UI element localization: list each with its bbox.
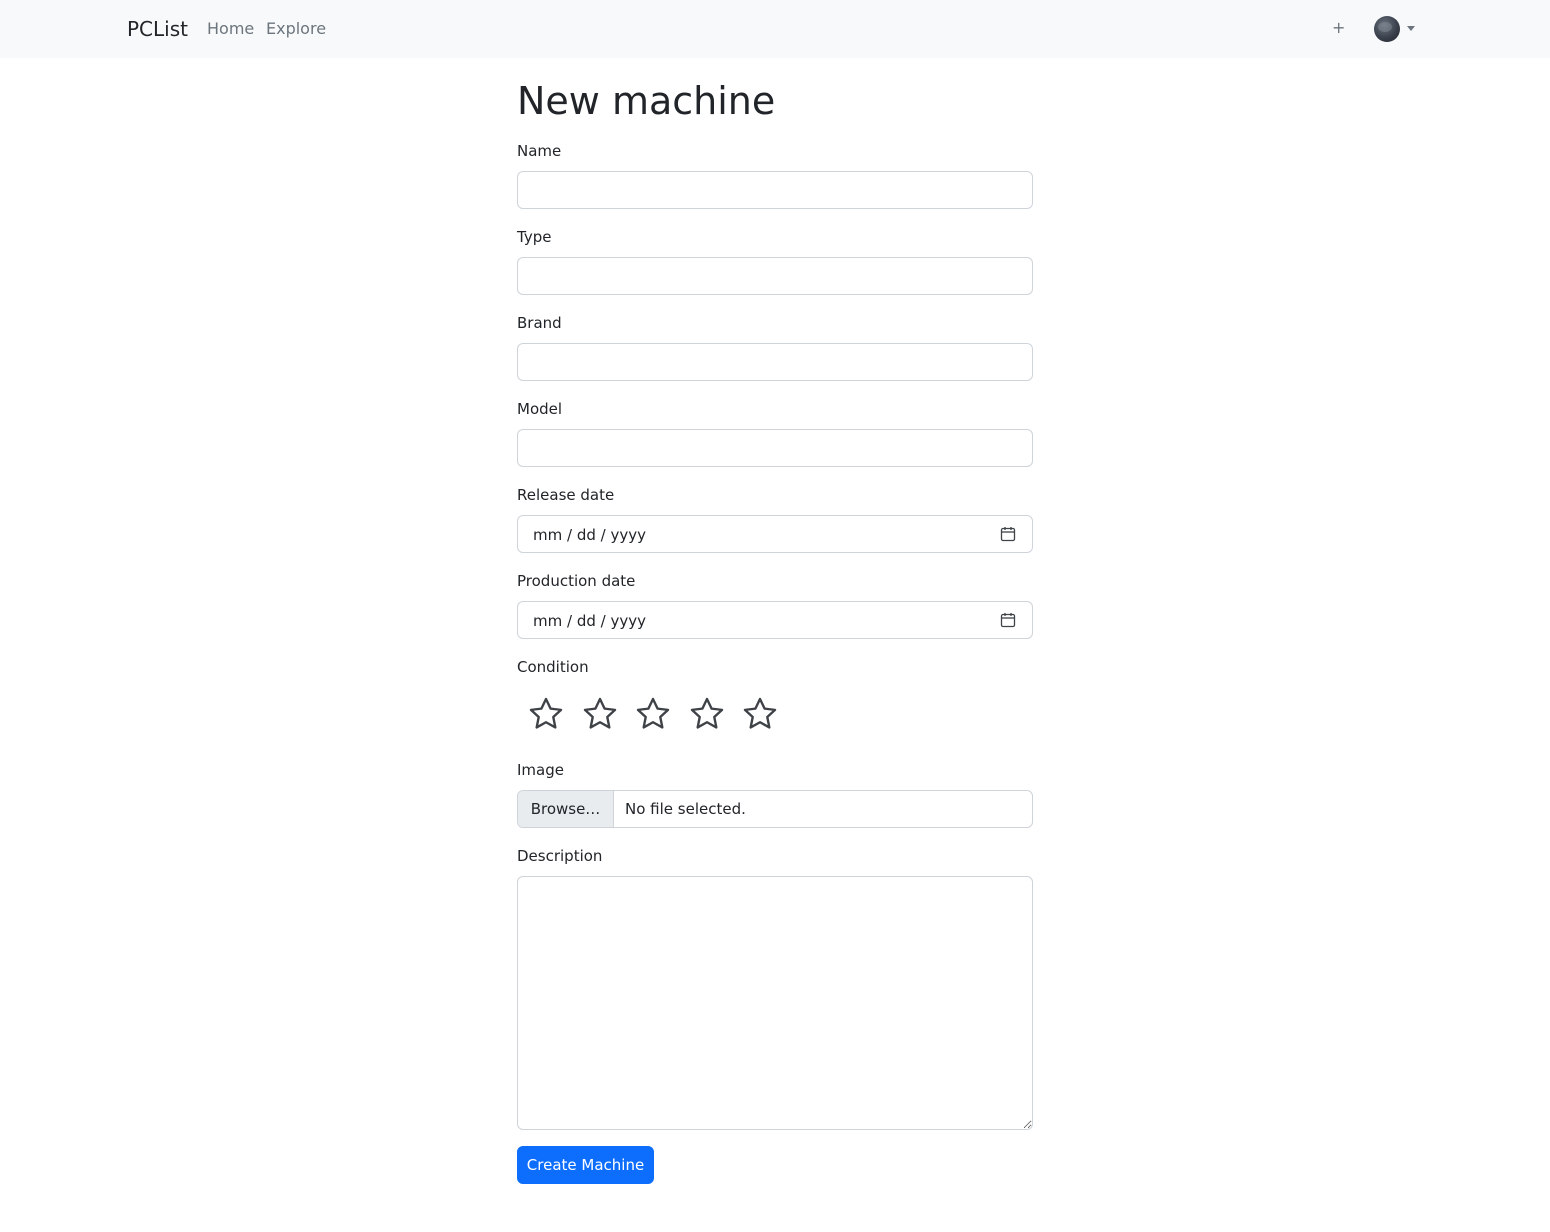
nav-home-link[interactable]: Home	[207, 19, 254, 39]
name-label: Name	[517, 142, 562, 160]
brand-label: Brand	[517, 314, 562, 332]
star-4-icon[interactable]	[688, 695, 726, 733]
description-textarea[interactable]	[517, 876, 1033, 1130]
description-label: Description	[517, 847, 603, 865]
production-date-input[interactable]: mm / dd / yyyy	[517, 601, 1033, 639]
star-2-icon[interactable]	[581, 695, 619, 733]
file-status-text: No file selected.	[625, 800, 746, 818]
brand-input[interactable]	[517, 343, 1033, 381]
image-label: Image	[517, 761, 564, 779]
release-date-input[interactable]: mm / dd / yyyy	[517, 515, 1033, 553]
user-menu-toggle[interactable]	[1374, 16, 1418, 42]
page-title: New machine	[517, 79, 776, 123]
top-navbar: PCList Home Explore +	[0, 0, 1550, 58]
model-label: Model	[517, 400, 563, 418]
release-date-placeholder: mm / dd / yyyy	[533, 526, 646, 544]
calendar-icon[interactable]	[1000, 526, 1016, 542]
production-date-label: Production date	[517, 572, 636, 590]
type-input[interactable]	[517, 257, 1033, 295]
star-3-icon[interactable]	[634, 695, 672, 733]
nav-explore-link[interactable]: Explore	[266, 19, 326, 39]
add-machine-link[interactable]: +	[1332, 18, 1345, 38]
caret-down-icon	[1407, 26, 1415, 31]
condition-rating	[527, 695, 797, 735]
release-date-label: Release date	[517, 486, 615, 504]
model-input[interactable]	[517, 429, 1033, 467]
browse-button[interactable]: Browse…	[518, 791, 614, 827]
star-1-icon[interactable]	[527, 695, 565, 733]
star-5-icon[interactable]	[741, 695, 779, 733]
calendar-icon[interactable]	[1000, 612, 1016, 628]
condition-label: Condition	[517, 658, 589, 676]
avatar	[1374, 16, 1400, 42]
create-machine-button[interactable]: Create Machine	[517, 1146, 654, 1184]
image-file-input[interactable]: Browse… No file selected.	[517, 790, 1033, 828]
brand-link[interactable]: PCList	[127, 16, 188, 42]
type-label: Type	[517, 228, 552, 246]
name-input[interactable]	[517, 171, 1033, 209]
production-date-placeholder: mm / dd / yyyy	[533, 612, 646, 630]
